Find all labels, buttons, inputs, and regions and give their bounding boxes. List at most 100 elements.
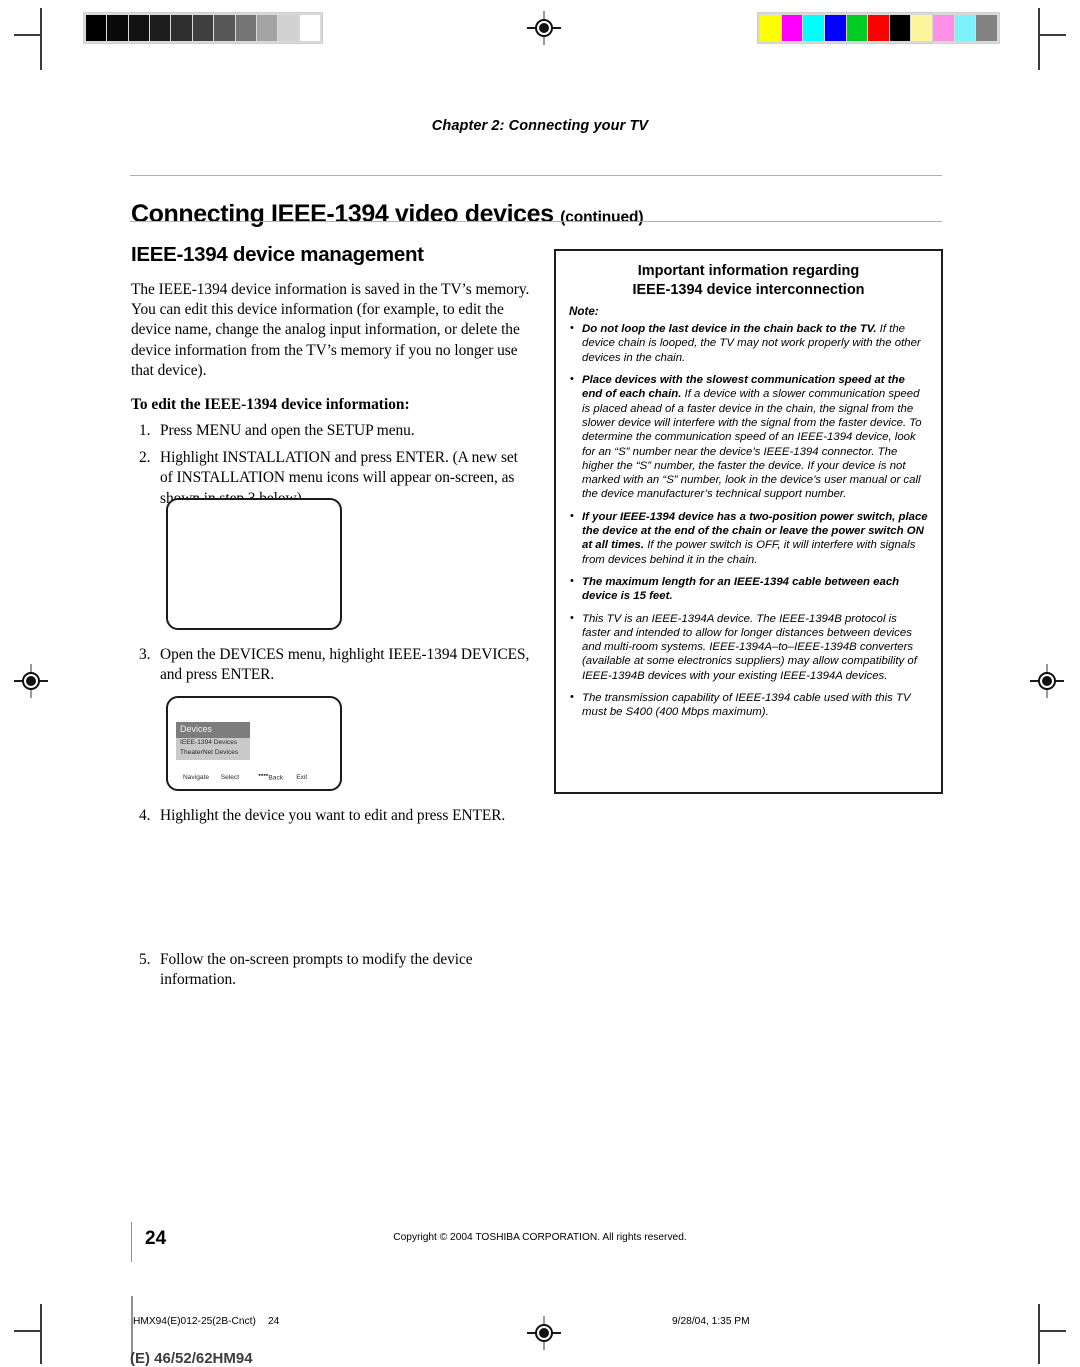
- osd-bottom-bar: Navigate Select ■■■■Back Exit: [174, 773, 334, 782]
- bullet-emphasis: Do not loop the last device in the chain…: [582, 323, 877, 336]
- crop-mark-bottom-left-v: [40, 1304, 42, 1364]
- color-swatch: [846, 15, 868, 41]
- list-item: • If your IEEE-1394 device has a two-posi…: [569, 510, 928, 567]
- crop-mark-top-right-h: [1038, 34, 1066, 36]
- color-swatch: [911, 15, 933, 41]
- left-column-continued: 3. Open the DEVICES menu, highlight IEEE-…: [131, 645, 531, 692]
- registration-target-icon: [527, 11, 561, 45]
- bullet-icon: •: [570, 691, 574, 704]
- production-filename: HMX94(E)012-25(2B-Cnct): [133, 1316, 256, 1327]
- crop-mark-bottom-right-v: [1038, 1304, 1040, 1364]
- grayscale-swatch: [107, 15, 128, 41]
- bullet-icon: •: [570, 611, 574, 624]
- bullet-icon: •: [570, 373, 574, 386]
- infobox-bullet-list: • Do not loop the last device in the chai…: [569, 322, 928, 719]
- osd-devices-panel: Devices IEEE-1394 Devices TheaterNet Dev…: [176, 722, 250, 761]
- production-timestamp: 9/28/04, 1:35 PM: [672, 1316, 750, 1327]
- osd-action-select: Select: [220, 774, 240, 781]
- bullet-text: The transmission capability of IEEE-1394…: [582, 692, 911, 719]
- crop-mark-top-right-v: [1038, 8, 1040, 70]
- infobox-title-line2: IEEE-1394 device interconnection: [632, 281, 865, 298]
- step-text: Open the DEVICES menu, highlight IEEE-13…: [160, 646, 530, 684]
- crop-mark-bottom-left-h: [14, 1330, 42, 1332]
- production-model-label: (E) 46/52/62HM94: [130, 1350, 253, 1367]
- step-number: 4.: [139, 807, 151, 824]
- color-swatch: [889, 15, 911, 41]
- crop-mark-bottom-right-h: [1038, 1330, 1066, 1332]
- procedure-step-list-continued: 3. Open the DEVICES menu, highlight IEEE-…: [131, 645, 531, 685]
- list-item: • This TV is an IEEE-1394A device. The IE…: [569, 612, 928, 683]
- grayscale-swatch: [150, 15, 171, 41]
- tv-screen-illustration-devices-menu: Devices IEEE-1394 Devices TheaterNet Dev…: [166, 696, 342, 791]
- osd-back-glyph-icon: ■■■■: [258, 772, 269, 777]
- osd-action-exit: Exit: [296, 774, 308, 781]
- important-information-box: Important information regarding IEEE-139…: [554, 249, 943, 794]
- color-swatch: [760, 15, 781, 41]
- left-column-step5: 5. Follow the on-screen prompts to modify…: [131, 950, 531, 997]
- color-swatch: [824, 15, 846, 41]
- procedure-step-list-step5: 5. Follow the on-screen prompts to modify…: [131, 950, 531, 990]
- grayscale-swatch: [235, 15, 256, 41]
- osd-action-back: ■■■■Back: [259, 773, 297, 782]
- step-text: Follow the on-screen prompts to modify t…: [160, 951, 473, 989]
- osd-menu-title: Devices: [176, 722, 250, 738]
- osd-action-navigate: Navigate: [183, 774, 210, 781]
- grayscale-swatch: [278, 15, 299, 41]
- list-item: • Do not loop the last device in the chai…: [569, 322, 928, 365]
- color-swatch: [803, 15, 824, 41]
- infobox-title-line1: Important information regarding: [637, 263, 860, 279]
- bullet-icon: •: [570, 574, 574, 587]
- procedure-step-list: 1. Press MENU and open the SETUP menu. 2.…: [131, 421, 531, 509]
- bullet-text: If a device with a slower communication …: [582, 388, 922, 501]
- crop-mark-top-left-h: [14, 34, 42, 36]
- tv-screen-illustration-blank: [166, 498, 342, 630]
- crop-mark-top-left-v: [40, 8, 42, 70]
- color-calibration-bar: [757, 12, 1000, 44]
- list-item: • The maximum length for an IEEE-1394 cab…: [569, 575, 928, 604]
- list-item: • Place devices with the slowest communic…: [569, 373, 928, 502]
- title-rule-bottom: [130, 221, 942, 222]
- registration-target-icon: [14, 664, 48, 698]
- color-swatch: [781, 15, 803, 41]
- copyright-notice: Copyright © 2004 TOSHIBA CORPORATION. Al…: [393, 1232, 687, 1243]
- bullet-text: This TV is an IEEE-1394A device. The IEE…: [582, 612, 917, 682]
- grayscale-swatch: [192, 15, 214, 41]
- grayscale-swatch: [171, 15, 192, 41]
- osd-menu-item-ieee1394-devices: IEEE-1394 Devices: [180, 739, 238, 746]
- step-text: Highlight the device you want to edit an…: [160, 807, 506, 824]
- grayscale-swatch: [86, 15, 107, 41]
- color-swatch: [976, 15, 998, 41]
- step-number: 5.: [139, 951, 151, 968]
- step-number: 3.: [139, 646, 151, 663]
- section-heading: IEEE-1394 device management: [131, 243, 424, 266]
- grayscale-swatch: [214, 15, 235, 41]
- bullet-emphasis: The maximum length for an IEEE-1394 cabl…: [582, 575, 900, 603]
- step-number: 2.: [139, 449, 151, 467]
- title-rule-top: [130, 175, 942, 176]
- grayscale-swatch: [299, 15, 320, 41]
- bullet-icon: •: [570, 509, 574, 522]
- page-title-continued: (continued): [560, 208, 644, 226]
- procedure-subheading: To edit the IEEE-1394 device information…: [131, 396, 410, 414]
- bullet-icon: •: [570, 322, 574, 335]
- grayscale-calibration-bar: [83, 12, 323, 44]
- list-item: 4. Highlight the device you want to edit …: [131, 806, 531, 826]
- list-item: • The transmission capability of IEEE-139…: [569, 691, 928, 720]
- osd-menu-item-theaternet-devices: TheaterNet Devices: [180, 748, 239, 756]
- infobox-note-label: Note:: [569, 305, 599, 319]
- page-title: Connecting IEEE-1394 video devices (cont…: [131, 200, 644, 229]
- left-column: IEEE-1394 device management The IEEE-139…: [131, 243, 531, 521]
- list-item: 5. Follow the on-screen prompts to modify…: [131, 950, 531, 990]
- registration-target-icon: [527, 1316, 561, 1350]
- production-page-number: 24: [268, 1316, 280, 1327]
- procedure-step-list-step4: 4. Highlight the device you want to edit …: [131, 806, 531, 826]
- registration-target-icon: [1030, 664, 1064, 698]
- step-number: 1.: [139, 422, 151, 440]
- grayscale-swatch: [128, 15, 150, 41]
- list-item: 3. Open the DEVICES menu, highlight IEEE-…: [131, 645, 531, 685]
- page-title-main: Connecting IEEE-1394 video devices: [131, 199, 554, 228]
- intro-paragraph: The IEEE-1394 device information is save…: [131, 281, 530, 379]
- left-column-step4: 4. Highlight the device you want to edit …: [131, 806, 531, 833]
- color-swatch: [868, 15, 889, 41]
- step-text: Press MENU and open the SETUP menu.: [160, 422, 415, 440]
